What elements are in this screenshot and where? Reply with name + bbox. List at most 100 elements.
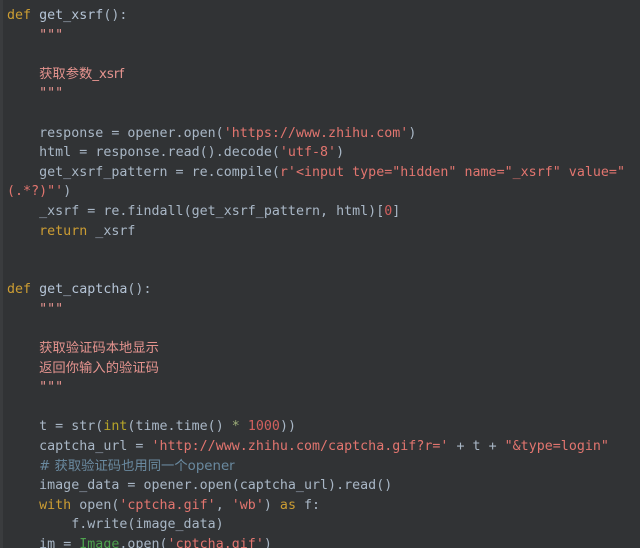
code-token-keyword: def — [7, 282, 32, 298]
code-token-classref: Image — [79, 537, 120, 548]
code-token-default: open( — [71, 497, 120, 513]
code-line[interactable]: html = response.read().decode('utf-8') — [7, 143, 640, 163]
code-line[interactable]: def get_captcha(): — [7, 280, 640, 300]
code-token-default: _xsrf — [39, 203, 88, 219]
code-line[interactable]: """ — [7, 26, 640, 46]
code-token-default: get_xsrf_pattern — [39, 164, 176, 180]
code-token-keyword: as — [279, 497, 296, 513]
code-token-string: 'wb' — [231, 497, 264, 513]
code-token-punct: = — [87, 203, 104, 219]
code-line[interactable]: # 获取验证码也用同一个opener — [7, 457, 640, 477]
code-line[interactable] — [7, 320, 640, 340]
code-token-default: response.read().decode( — [95, 145, 280, 161]
code-token-string: "&type=login" — [504, 439, 609, 455]
code-token-default: captcha_url — [39, 439, 136, 455]
code-token-string: 'http://www.zhihu.com/captcha.gif?r=' — [151, 439, 449, 455]
code-token-default: f: — [295, 497, 321, 513]
code-token-operator: * — [231, 419, 240, 435]
code-token-punct: )) — [279, 419, 296, 435]
code-token-docstr: 返回你输入的验证码 — [39, 360, 159, 376]
code-token-comment: # 获取验证码也用同一个opener — [39, 458, 235, 474]
code-token-default: image_data — [39, 478, 128, 494]
code-token-default: re.compile( — [191, 164, 280, 180]
code-line[interactable] — [7, 104, 640, 124]
code-line[interactable]: def get_xsrf(): — [7, 6, 640, 26]
code-token-string: 'utf-8' — [279, 145, 337, 161]
code-surface[interactable]: def get_xsrf(): """ 获取参数_xsrf """ respon… — [0, 6, 640, 548]
code-line[interactable]: 获取参数_xsrf — [7, 65, 640, 85]
code-token-default — [31, 8, 39, 23]
code-line[interactable] — [7, 261, 640, 281]
code-line[interactable]: get_xsrf_pattern = re.compile(r'<input t… — [7, 163, 640, 183]
code-token-string: r'<input type="hidden" name="_xsrf" valu… — [279, 164, 625, 180]
code-line[interactable]: return _xsrf — [7, 222, 640, 242]
code-token-docstr: """ — [39, 86, 64, 102]
code-line[interactable]: 返回你输入的验证码 — [7, 359, 640, 379]
code-token-docstr: """ — [39, 301, 64, 317]
code-token-default: re.findall(get_xsrf_pattern, html)[ — [103, 203, 385, 219]
code-token-punct: ) — [63, 184, 72, 200]
code-token-punct: ] — [392, 203, 401, 219]
code-token-punct: = — [111, 125, 128, 141]
code-line[interactable] — [7, 241, 640, 261]
code-token-string: (.*?)"' — [7, 184, 64, 200]
code-line[interactable]: """ — [7, 84, 640, 104]
code-token-default: (time.time() — [127, 419, 232, 435]
code-line[interactable]: response = opener.open('https://www.zhih… — [7, 124, 640, 144]
code-editor[interactable]: def get_xsrf(): """ 获取参数_xsrf """ respon… — [0, 0, 640, 548]
code-line[interactable]: """ — [7, 378, 640, 398]
code-token-default: opener.open( — [127, 125, 224, 141]
code-token-punct: = — [79, 145, 96, 161]
code-token-punct: (): — [127, 282, 152, 298]
code-token-func: get_xsrf — [39, 8, 104, 23]
code-token-punct: (): — [103, 8, 128, 23]
code-token-default: t — [39, 419, 56, 435]
code-line[interactable]: (.*?)"') — [7, 182, 640, 202]
code-token-number: 1000 — [247, 419, 280, 435]
code-token-punct: , — [215, 497, 232, 513]
code-token-default: response — [39, 125, 112, 141]
code-token-default — [31, 282, 39, 297]
code-line[interactable]: t = str(int(time.time() * 1000)) — [7, 417, 640, 437]
code-token-keyword: with — [39, 497, 72, 513]
code-token-punct: = — [55, 419, 72, 435]
code-line[interactable]: _xsrf = re.findall(get_xsrf_pattern, htm… — [7, 202, 640, 222]
code-token-docstr: 获取参数_xsrf — [39, 66, 125, 82]
code-token-string: 'cptcha.gif' — [167, 537, 264, 548]
code-line[interactable]: f.write(image_data) — [7, 515, 640, 535]
code-line[interactable]: 获取验证码本地显示 — [7, 339, 640, 359]
code-token-punct: ) — [263, 497, 280, 513]
code-token-punct: ) — [336, 145, 345, 161]
code-line[interactable]: captcha_url = 'http://www.zhihu.com/capt… — [7, 437, 640, 457]
code-token-default: _xsrf — [87, 223, 136, 239]
code-token-docstr: 获取验证码本地显示 — [39, 341, 159, 357]
code-token-punct: = — [135, 439, 152, 455]
code-line[interactable]: im = Image.open('cptcha.gif') — [7, 535, 640, 548]
code-token-punct: = — [63, 537, 80, 548]
code-line[interactable] — [7, 45, 640, 65]
code-line[interactable]: image_data = opener.open(captcha_url).re… — [7, 476, 640, 496]
code-token-punct: ) — [263, 537, 272, 548]
code-line[interactable] — [7, 398, 640, 418]
code-token-punct: = — [127, 478, 144, 494]
code-token-string: 'cptcha.gif' — [119, 497, 216, 513]
code-token-string: 'https://www.zhihu.com' — [223, 125, 409, 141]
code-line[interactable]: """ — [7, 300, 640, 320]
code-token-default: html — [39, 145, 80, 161]
code-line[interactable]: with open('cptcha.gif', 'wb') as f: — [7, 496, 640, 516]
code-token-keyword: return — [39, 223, 88, 239]
